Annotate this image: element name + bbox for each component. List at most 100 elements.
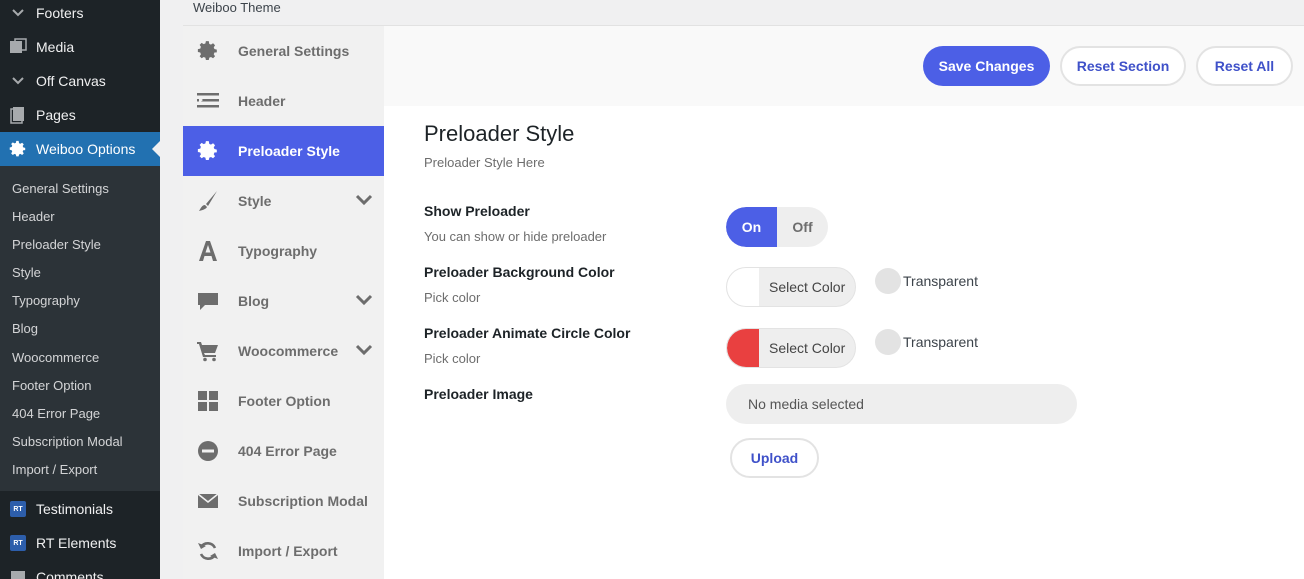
transparent-radio[interactable] [875, 329, 901, 355]
media-icon [0, 30, 36, 64]
theme-title: Weiboo Theme [193, 0, 281, 15]
bg-transparent-option[interactable]: Transparent [875, 268, 978, 294]
circle-color-picker[interactable]: Select Color [726, 328, 856, 368]
comment-icon [198, 293, 218, 310]
wp-menu-footers[interactable]: Footers [0, 0, 160, 30]
chevron-down-icon [0, 0, 36, 30]
nav-label: Preloader Style [238, 143, 340, 159]
nav-item-header[interactable]: Header [183, 76, 384, 126]
transparent-label: Transparent [903, 273, 978, 289]
wp-submenu-item[interactable]: Footer Option [12, 378, 92, 393]
wp-menu-pages[interactable]: Pages [0, 98, 160, 132]
nav-label: Header [238, 93, 286, 109]
nav-label: Blog [238, 293, 270, 309]
chevron-down-icon [0, 64, 36, 98]
reset-all-button[interactable]: Reset All [1196, 46, 1293, 86]
bg-color-description: Pick color [424, 290, 481, 305]
transparent-radio[interactable] [875, 268, 901, 294]
wp-menu-comments[interactable]: Comments [0, 560, 160, 579]
nav-item-typography[interactable]: Typography [183, 226, 384, 276]
nav-label: Style [238, 193, 272, 209]
color-swatch [727, 329, 759, 367]
wp-submenu-item[interactable]: Woocommerce [12, 350, 99, 365]
nav-item-woocommerce[interactable]: Woocommerce [183, 326, 384, 376]
refresh-icon [198, 542, 218, 560]
circle-transparent-option[interactable]: Transparent [875, 329, 978, 355]
reset-section-button[interactable]: Reset Section [1060, 46, 1186, 86]
nav-item-404-error-page[interactable]: 404 Error Page [183, 426, 384, 476]
wp-submenu-item[interactable]: Subscription Modal [12, 434, 123, 449]
show-preloader-description: You can show or hide preloader [424, 229, 607, 244]
wp-menu-label: Pages [36, 107, 76, 123]
wp-admin-sidebar: Footers Media Off Canvas Pages Weiboo Op… [0, 0, 160, 579]
brush-icon [199, 191, 217, 211]
envelope-icon [197, 493, 219, 508]
nav-item-preloader-style[interactable]: Preloader Style [183, 126, 384, 176]
save-changes-button[interactable]: Save Changes [923, 46, 1050, 86]
typography-icon [199, 241, 217, 261]
wp-submenu-item[interactable]: General Settings [12, 181, 109, 196]
theme-header: Weiboo Theme [183, 0, 1304, 26]
section-title: Preloader Style [424, 121, 575, 146]
upload-button[interactable]: Upload [730, 438, 819, 478]
switch-off-option[interactable]: Off [777, 207, 828, 247]
nav-item-blog[interactable]: Blog [183, 276, 384, 326]
media-status-text: No media selected [748, 396, 864, 412]
gear-icon [0, 132, 36, 166]
wp-menu-label: Weiboo Options [36, 141, 136, 157]
wp-menu-media[interactable]: Media [0, 30, 160, 64]
wp-submenu-item[interactable]: Blog [12, 321, 38, 336]
options-nav: General Settings Header Preloader Style … [183, 26, 384, 579]
wp-submenu-item[interactable]: Header [12, 209, 55, 224]
chevron-down-icon[interactable] [355, 193, 373, 207]
comments-icon [0, 560, 36, 579]
pages-icon [0, 98, 36, 132]
select-color-label: Select Color [769, 340, 846, 356]
header-icon [197, 93, 219, 108]
bg-color-picker[interactable]: Select Color [726, 267, 856, 307]
nav-label: General Settings [238, 43, 350, 59]
wp-submenu-item[interactable]: 404 Error Page [12, 406, 100, 421]
nav-item-import-export[interactable]: Import / Export [183, 526, 384, 576]
options-content: Save Changes Reset Section Reset All Pre… [384, 26, 1304, 579]
nav-label: Typography [238, 243, 318, 259]
wp-menu-label: RT Elements [36, 535, 117, 551]
wp-menu-label: Media [36, 39, 75, 55]
nav-label: Subscription Modal [238, 493, 368, 509]
media-field[interactable]: No media selected [726, 384, 1077, 424]
nav-label: Import / Export [238, 543, 338, 559]
wp-submenu-item[interactable]: Preloader Style [12, 237, 101, 252]
nav-item-style[interactable]: Style [183, 176, 384, 226]
nav-label: 404 Error Page [238, 443, 337, 459]
action-bar: Save Changes Reset Section Reset All [384, 26, 1304, 106]
show-preloader-switch[interactable]: On Off [726, 207, 828, 247]
gear-icon [197, 41, 217, 61]
wp-submenu-item[interactable]: Import / Export [12, 462, 97, 477]
wp-submenu-item[interactable]: Style [12, 265, 41, 280]
circle-color-description: Pick color [424, 351, 481, 366]
chevron-down-icon[interactable] [355, 343, 373, 357]
nav-item-general-settings[interactable]: General Settings [183, 26, 384, 76]
wp-menu-label: Footers [36, 5, 84, 21]
transparent-label: Transparent [903, 334, 978, 350]
wp-menu-label: Off Canvas [36, 73, 106, 89]
wp-menu-label: Testimonials [36, 501, 114, 517]
cart-icon [197, 342, 218, 362]
color-swatch [727, 268, 759, 306]
wp-menu-rt-elements[interactable]: RT RT Elements [0, 526, 160, 560]
section-description: Preloader Style Here [424, 155, 545, 170]
chevron-down-icon[interactable] [355, 293, 373, 307]
wp-menu-weiboo-options[interactable]: Weiboo Options [0, 132, 160, 166]
wp-menu-testimonials[interactable]: RT Testimonials [0, 492, 160, 526]
active-arrow [152, 141, 160, 157]
rt-badge-icon: RT [10, 535, 26, 551]
nav-label: Footer Option [238, 393, 331, 409]
rt-badge-icon: RT [10, 501, 26, 517]
grid-icon [198, 391, 218, 411]
switch-on-option[interactable]: On [726, 207, 777, 247]
nav-item-footer-option[interactable]: Footer Option [183, 376, 384, 426]
wp-menu-off-canvas[interactable]: Off Canvas [0, 64, 160, 98]
gear-icon [197, 141, 217, 161]
nav-item-subscription-modal[interactable]: Subscription Modal [183, 476, 384, 526]
wp-submenu-item[interactable]: Typography [12, 293, 80, 308]
